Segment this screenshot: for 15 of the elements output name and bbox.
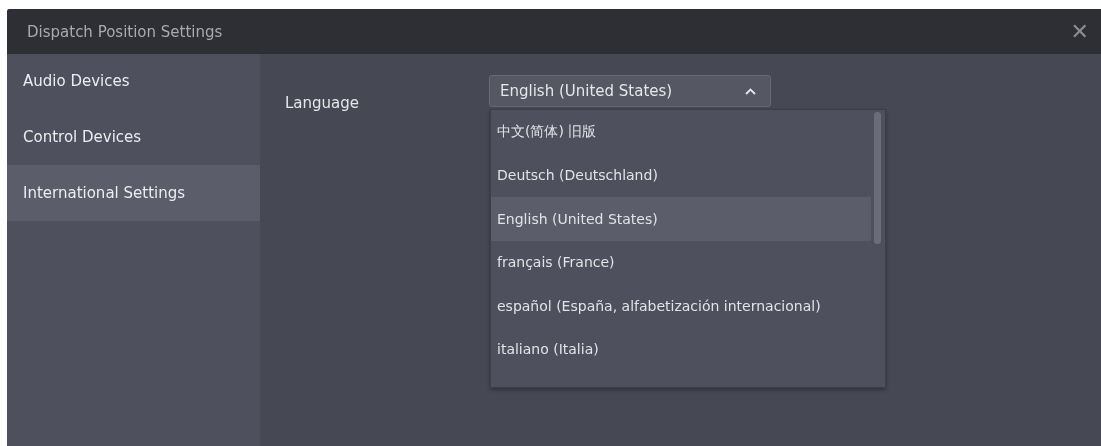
language-label: Language [285, 93, 361, 112]
scrollbar-thumb[interactable] [874, 112, 881, 244]
language-option[interactable]: Deutsch (Deutschland) [491, 153, 871, 197]
language-dropdown[interactable]: English (United States) [489, 75, 771, 107]
language-option[interactable]: français (France) [491, 240, 871, 284]
language-option[interactable]: English (United States) [491, 197, 871, 241]
sidebar-item[interactable]: Audio Devices [7, 55, 260, 109]
sidebar-item[interactable]: International Settings [7, 165, 260, 221]
window-title: Dispatch Position Settings [27, 22, 223, 41]
language-option[interactable]: italiano (Italia) [491, 327, 871, 371]
language-option[interactable]: 中文(简体) 旧版 [491, 110, 871, 154]
language-option[interactable]: español (España, alfabetización internacional) [491, 284, 871, 328]
sidebar-item[interactable]: Control Devices [7, 109, 260, 165]
caret-up-icon [745, 87, 756, 95]
close-button[interactable]: ✕ [1070, 20, 1089, 43]
